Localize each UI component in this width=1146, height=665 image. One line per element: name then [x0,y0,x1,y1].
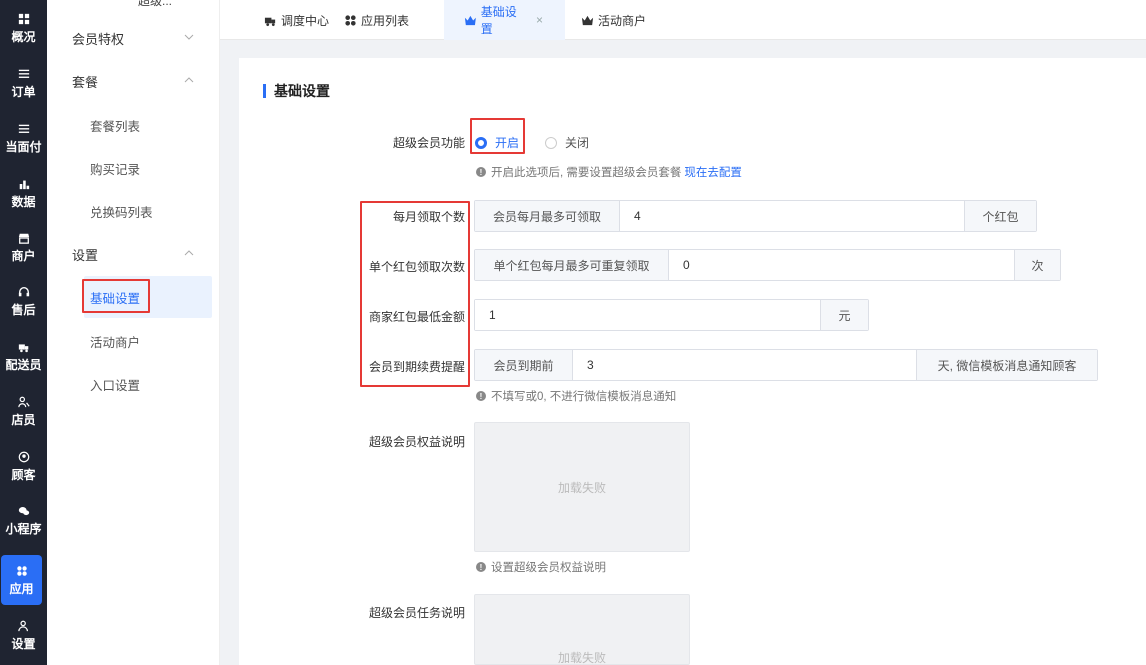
menu-item-entry-settings[interactable]: 入口设置 [47,364,220,404]
min-amount-input[interactable]: 1 [475,300,820,330]
info-icon: ! [476,562,486,572]
rail-item-6[interactable]: 配送员 [0,331,47,381]
rail-item-3[interactable]: 数据 [0,168,47,218]
tab-dispatch-center[interactable]: 调度中心 [264,0,329,40]
rail-item-7[interactable]: 店员 [0,386,47,436]
chevron-down-icon [184,34,194,40]
menu-item-active-merchants[interactable]: 活动商户 [47,321,220,361]
app-rail: 概况订单当面付数据商户售后配送员店员顾客小程序应用设置 [0,0,47,665]
rail-item-11[interactable]: 设置 [0,610,47,660]
rail-item-5[interactable]: 售后 [0,276,47,326]
rail-item-label: 数据 [11,194,36,209]
users-icon [17,395,31,409]
rail-item-label: 小程序 [5,521,42,536]
rail-item-label: 商户 [11,248,36,263]
configure-now-link[interactable]: 现在去配置 [684,164,742,180]
section-title: 基础设置 [263,84,330,98]
rail-item-8[interactable]: 顾客 [0,441,47,491]
menu-group-packages[interactable]: 套餐 [47,61,220,101]
delivery-icon [17,340,31,354]
rail-item-9[interactable]: 小程序 [0,495,47,545]
radio-dot-icon [475,136,487,149]
monthly-count-input[interactable]: 4 [620,201,964,231]
renew-reminder-hint: ! 不填写或0, 不进行微信模板消息通知 [476,388,676,404]
menu-item-purchase-records[interactable]: 购买记录 [47,148,220,188]
svip-function-label: 超级会员功能 [392,136,465,150]
rights-desc-upload[interactable]: 加载失败 [474,422,690,552]
monthly-count-label: 每月领取个数 [392,210,465,224]
menu-item-redeem-codes[interactable]: 兑换码列表 [47,191,220,231]
rail-item-label: 设置 [11,636,36,651]
secondary-menu: 超级... 会员特权 套餐 套餐列表 购买记录 兑换码列表 设置 基础设置 活动… [47,0,220,665]
menu-group-member-privileges[interactable]: 会员特权 [47,18,220,58]
rights-desc-hint: ! 设置超级会员权益说明 [476,559,606,575]
rail-item-1[interactable]: 订单 [0,58,47,108]
monthly-count-suffix: 个红包 [964,201,1036,231]
task-desc-label: 超级会员任务说明 [368,606,465,620]
rights-desc-label: 超级会员权益说明 [368,435,465,449]
bar-chart-icon [17,177,31,191]
crown-icon [581,15,594,25]
close-icon[interactable]: × [536,13,543,27]
radio-dot-icon [545,136,557,149]
store-icon [17,231,31,245]
rail-item-label: 顾客 [11,467,36,482]
min-amount-input-group: 1 元 [474,299,869,331]
wechat-icon [17,504,31,518]
renew-reminder-input[interactable]: 3 [573,350,916,380]
tab-bar: 调度中心 应用列表 基础设置 × 活动商户 [220,0,1146,40]
renew-reminder-suffix: 天, 微信模板消息通知顾客 [916,350,1097,380]
menu-group-settings[interactable]: 设置 [47,234,220,274]
monthly-count-prefix: 会员每月最多可领取 [475,201,620,231]
repeat-count-label: 单个红包领取次数 [368,260,465,274]
chevron-up-icon [184,77,194,83]
chevron-up-icon [184,250,194,256]
rail-item-2[interactable]: 当面付 [0,113,47,163]
renew-reminder-prefix: 会员到期前 [475,350,573,380]
menu-item-package-list[interactable]: 套餐列表 [47,105,220,145]
rail-item-label: 应用 [9,581,34,596]
renew-reminder-label: 会员到期续费提醒 [368,360,465,374]
task-desc-upload[interactable]: 加载失败 [474,594,690,665]
rail-item-label: 配送员 [5,357,42,372]
headset-icon [17,285,31,299]
crown-icon [464,15,476,25]
repeat-count-input-group: 单个红包每月最多可重复领取 0 次 [474,249,1061,281]
min-amount-label: 商家红包最低金额 [368,310,465,324]
rail-item-label: 店员 [11,412,36,427]
rail-item-label: 订单 [11,84,36,99]
delivery-icon [264,17,276,26]
menu-item-cut[interactable]: 超级... [138,0,172,9]
rail-item-label: 当面付 [5,139,42,154]
rail-item-0[interactable]: 概况 [0,3,47,53]
tab-app-list[interactable]: 应用列表 [344,0,409,40]
repeat-count-suffix: 次 [1014,250,1060,280]
dashboard-icon [17,12,31,26]
menu-item-basic-settings[interactable]: 基础设置 [84,276,212,318]
info-icon: ! [476,391,486,401]
monthly-count-input-group: 会员每月最多可领取 4 个红包 [474,200,1037,232]
svip-hint: ! 开启此选项后, 需要设置超级会员套餐 现在去配置 [476,164,742,180]
rail-item-label: 概况 [11,29,36,44]
rail-item-10[interactable]: 应用 [1,555,42,605]
min-amount-suffix: 元 [820,300,868,330]
radio-disable[interactable]: 关闭 [545,134,589,151]
radio-enable[interactable]: 开启 [475,134,519,151]
rail-item-label: 售后 [11,302,36,317]
list-icon [17,122,31,136]
tab-basic-settings[interactable]: 基础设置 × [444,0,565,40]
list-icon [17,67,31,81]
repeat-count-prefix: 单个红包每月最多可重复领取 [475,250,669,280]
apps-icon [15,564,29,578]
info-icon: ! [476,167,486,177]
tab-active-merchants[interactable]: 活动商户 [581,0,646,40]
customer-icon [17,450,31,464]
person-settings-icon [17,619,31,633]
repeat-count-input[interactable]: 0 [669,250,1014,280]
settings-card: 基础设置 超级会员功能 开启 关闭 ! 开启此选项后, 需要设置超级会员套餐 现… [239,58,1146,665]
rail-item-4[interactable]: 商户 [0,222,47,272]
apps-icon [345,14,356,26]
renew-reminder-input-group: 会员到期前 3 天, 微信模板消息通知顾客 [474,349,1098,381]
